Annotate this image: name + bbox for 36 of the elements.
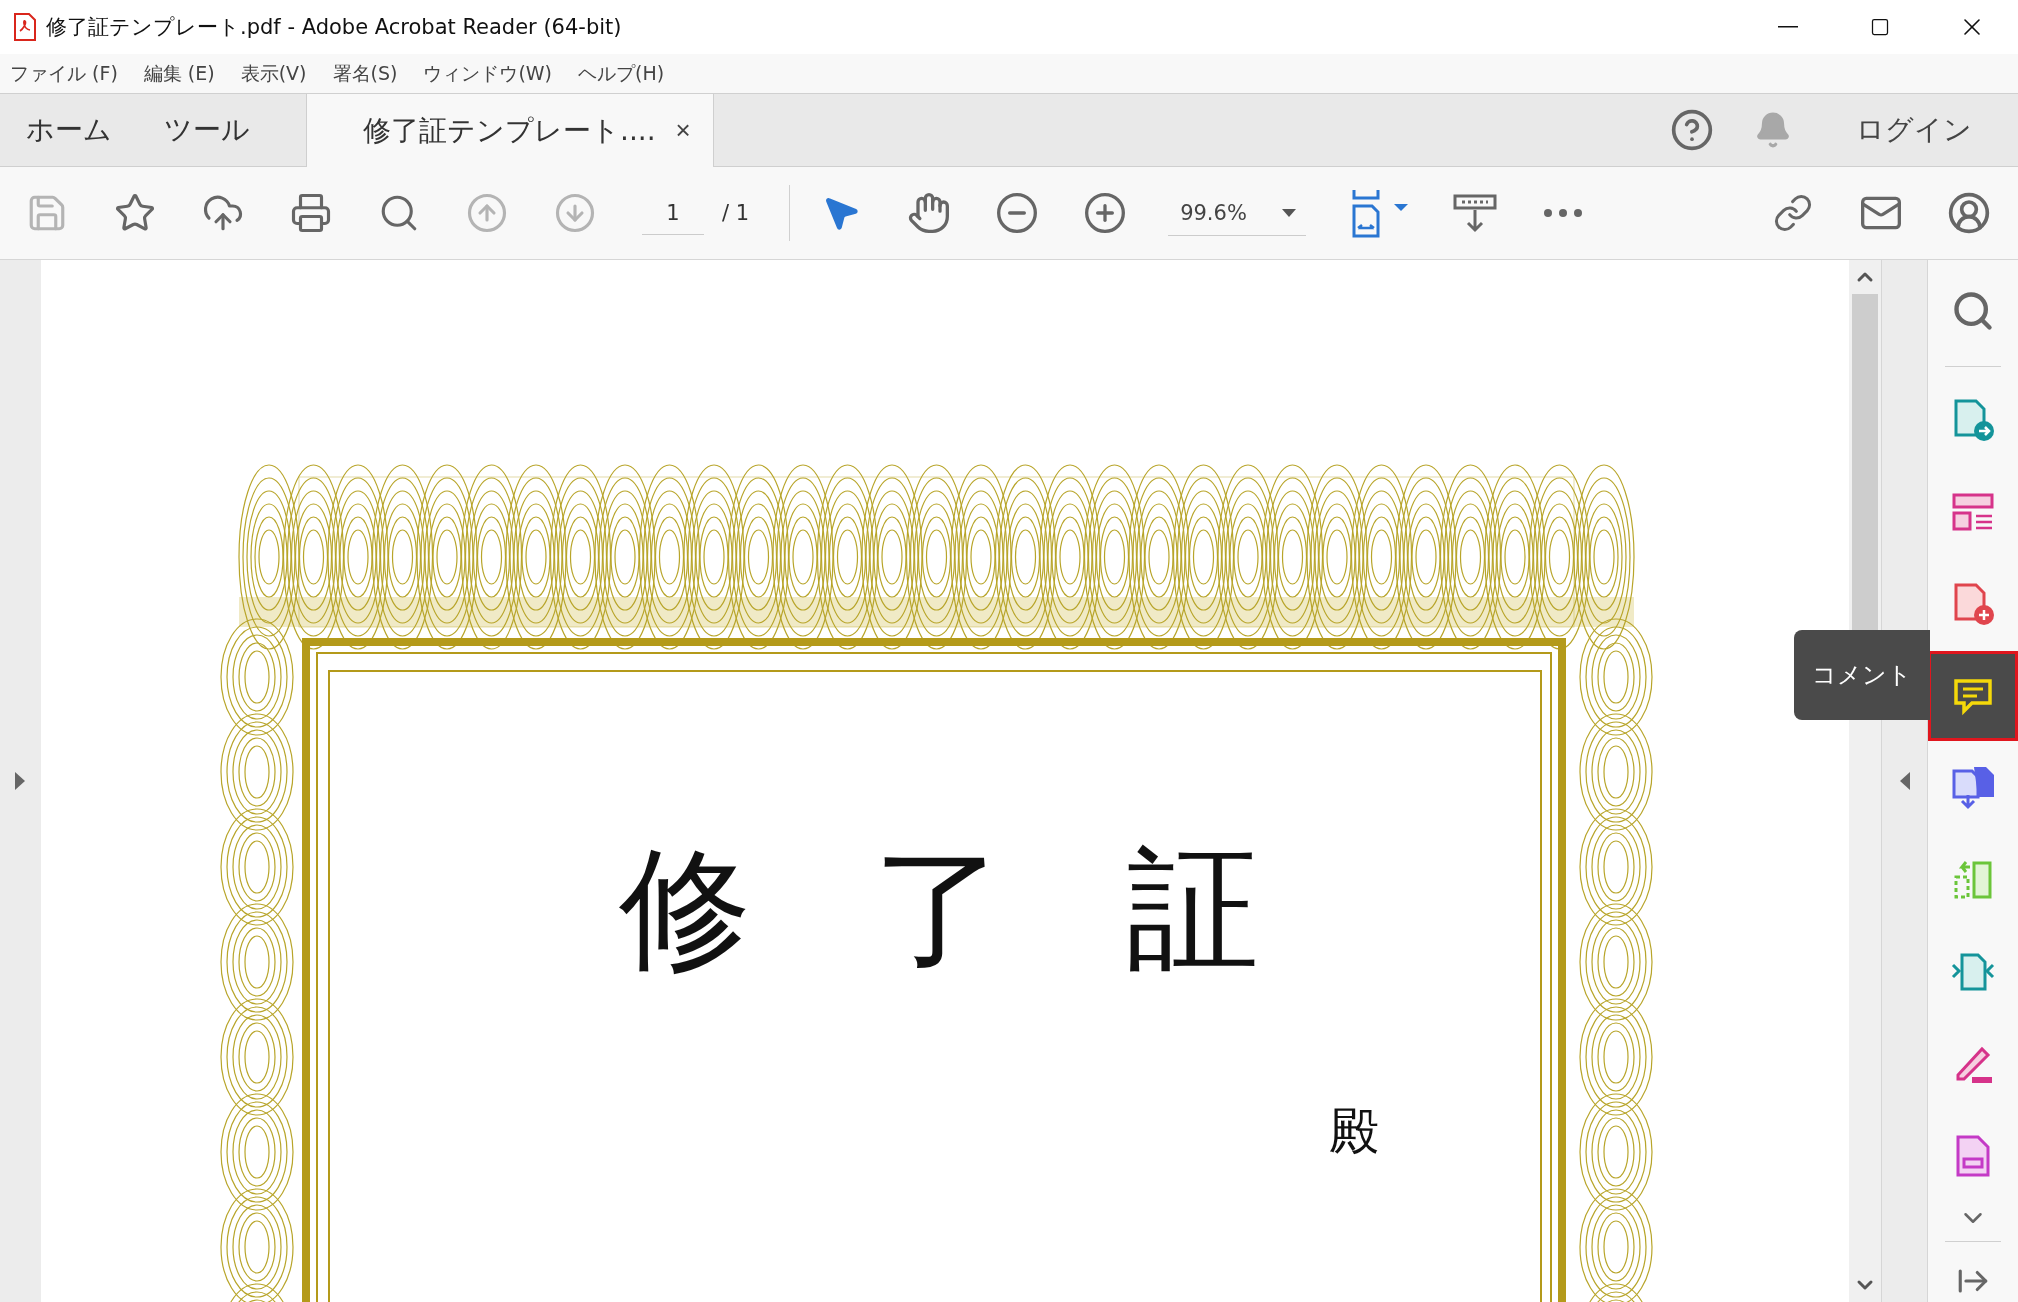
certificate-title: 修 了 証: [617, 842, 1299, 974]
page-number-field[interactable]: 1: [642, 191, 704, 235]
pdf-file-icon: [14, 13, 36, 41]
down-icon: [554, 192, 596, 234]
documents-icon: [1950, 765, 1996, 811]
window-title: 修了証テンプレート.pdf - Adobe Acrobat Reader (64-bit): [46, 14, 622, 41]
up-icon: [466, 192, 508, 234]
plus-circle-icon: [1083, 191, 1128, 235]
expand-left-icon[interactable]: [15, 772, 26, 790]
zoom-icon: [1951, 289, 1995, 333]
page-total: / 1: [722, 201, 750, 225]
user-icon: [1947, 191, 1991, 235]
nav-tab[interactable]: ホーム: [0, 94, 138, 166]
minus-circle-icon: [995, 191, 1040, 235]
honorific-text: 殿: [1328, 1106, 1379, 1156]
print-icon: [290, 192, 332, 234]
help-icon[interactable]: [1670, 108, 1714, 152]
menu-item[interactable]: 表示(V): [240, 60, 307, 87]
more-icon: [1544, 209, 1583, 217]
menu-item[interactable]: 署名(S): [332, 60, 398, 87]
collapse-pane-icon[interactable]: [1899, 772, 1910, 790]
zoom-field[interactable]: 99.6%: [1168, 190, 1307, 236]
menu-item[interactable]: ファイル (F): [10, 60, 118, 87]
document-tab[interactable]: 修了証テンプレート.... ×: [306, 94, 714, 167]
maximize-icon: [1870, 17, 1890, 37]
tooltip: コメント: [1794, 630, 1930, 720]
menu-item[interactable]: 編集 (E): [143, 60, 215, 87]
link-icon: [1773, 193, 1813, 233]
minimize-icon: [1778, 26, 1798, 28]
menu-item[interactable]: ヘルプ(H): [578, 60, 665, 87]
hand-icon: [907, 191, 952, 235]
tool-pane-button[interactable]: [1928, 651, 2018, 741]
nav-tab[interactable]: ツール: [138, 94, 276, 166]
tab-close-button[interactable]: ×: [671, 115, 695, 146]
menu-item[interactable]: ウィンドウ(W): [423, 60, 552, 87]
login-button[interactable]: ログイン: [1856, 111, 1972, 149]
